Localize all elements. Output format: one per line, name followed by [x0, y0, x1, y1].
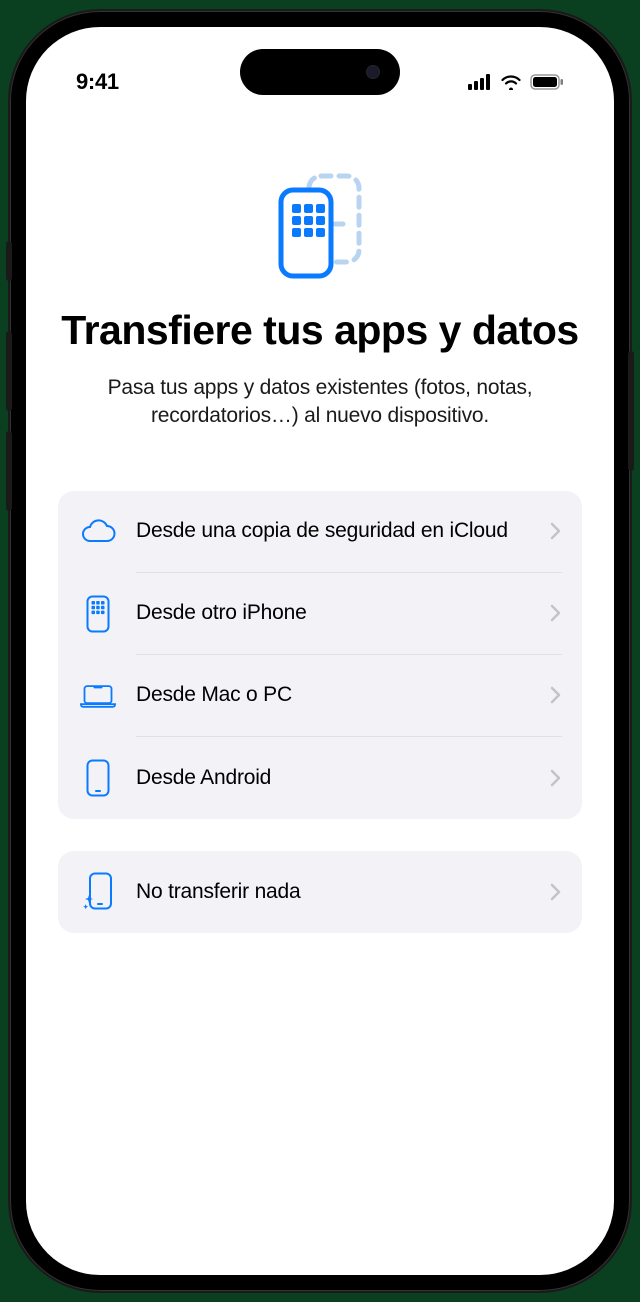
main-content: Transfiere tus apps y datos Pasa tus app… [26, 107, 614, 933]
option-label: No transferir nada [136, 879, 300, 905]
transfer-hero-icon [255, 167, 385, 287]
option-from-icloud[interactable]: Desde una copia de seguridad en iCloud [58, 491, 582, 573]
status-icons [468, 74, 564, 90]
chevron-right-icon [550, 883, 562, 901]
option-label: Desde Mac o PC [136, 682, 292, 708]
volume-up-button [6, 331, 12, 411]
device-frame: 9:41 [10, 11, 630, 1291]
chevron-right-icon [550, 522, 562, 540]
option-label: Desde otro iPhone [136, 600, 307, 626]
mute-switch [6, 241, 12, 281]
iphone-grid-icon [80, 594, 116, 634]
screen: 9:41 [26, 27, 614, 1275]
option-no-transfer[interactable]: No transferir nada [58, 851, 582, 933]
phone-icon [80, 758, 116, 798]
option-from-android[interactable]: Desde Android [58, 737, 582, 819]
cloud-icon [80, 512, 116, 552]
chevron-right-icon [550, 604, 562, 622]
page-title: Transfiere tus apps y datos [61, 307, 578, 354]
option-from-mac-pc[interactable]: Desde Mac o PC [58, 655, 582, 737]
chevron-right-icon [550, 769, 562, 787]
options-group-primary: Desde una copia de seguridad en iCloud [58, 491, 582, 819]
option-label: Desde Android [136, 765, 271, 791]
battery-icon [530, 74, 564, 90]
chevron-right-icon [550, 686, 562, 704]
phone-sparkle-icon [80, 872, 116, 912]
power-button [628, 351, 634, 471]
page-subtitle: Pasa tus apps y datos existentes (fotos,… [58, 374, 582, 431]
laptop-icon [80, 676, 116, 716]
option-from-iphone[interactable]: Desde otro iPhone [58, 573, 582, 655]
volume-down-button [6, 431, 12, 511]
status-time: 9:41 [76, 69, 119, 95]
option-label: Desde una copia de seguridad en iCloud [136, 518, 508, 544]
options-group-secondary: No transferir nada [58, 851, 582, 933]
dynamic-island [240, 49, 400, 95]
cellular-icon [468, 74, 492, 90]
wifi-icon [500, 74, 522, 90]
